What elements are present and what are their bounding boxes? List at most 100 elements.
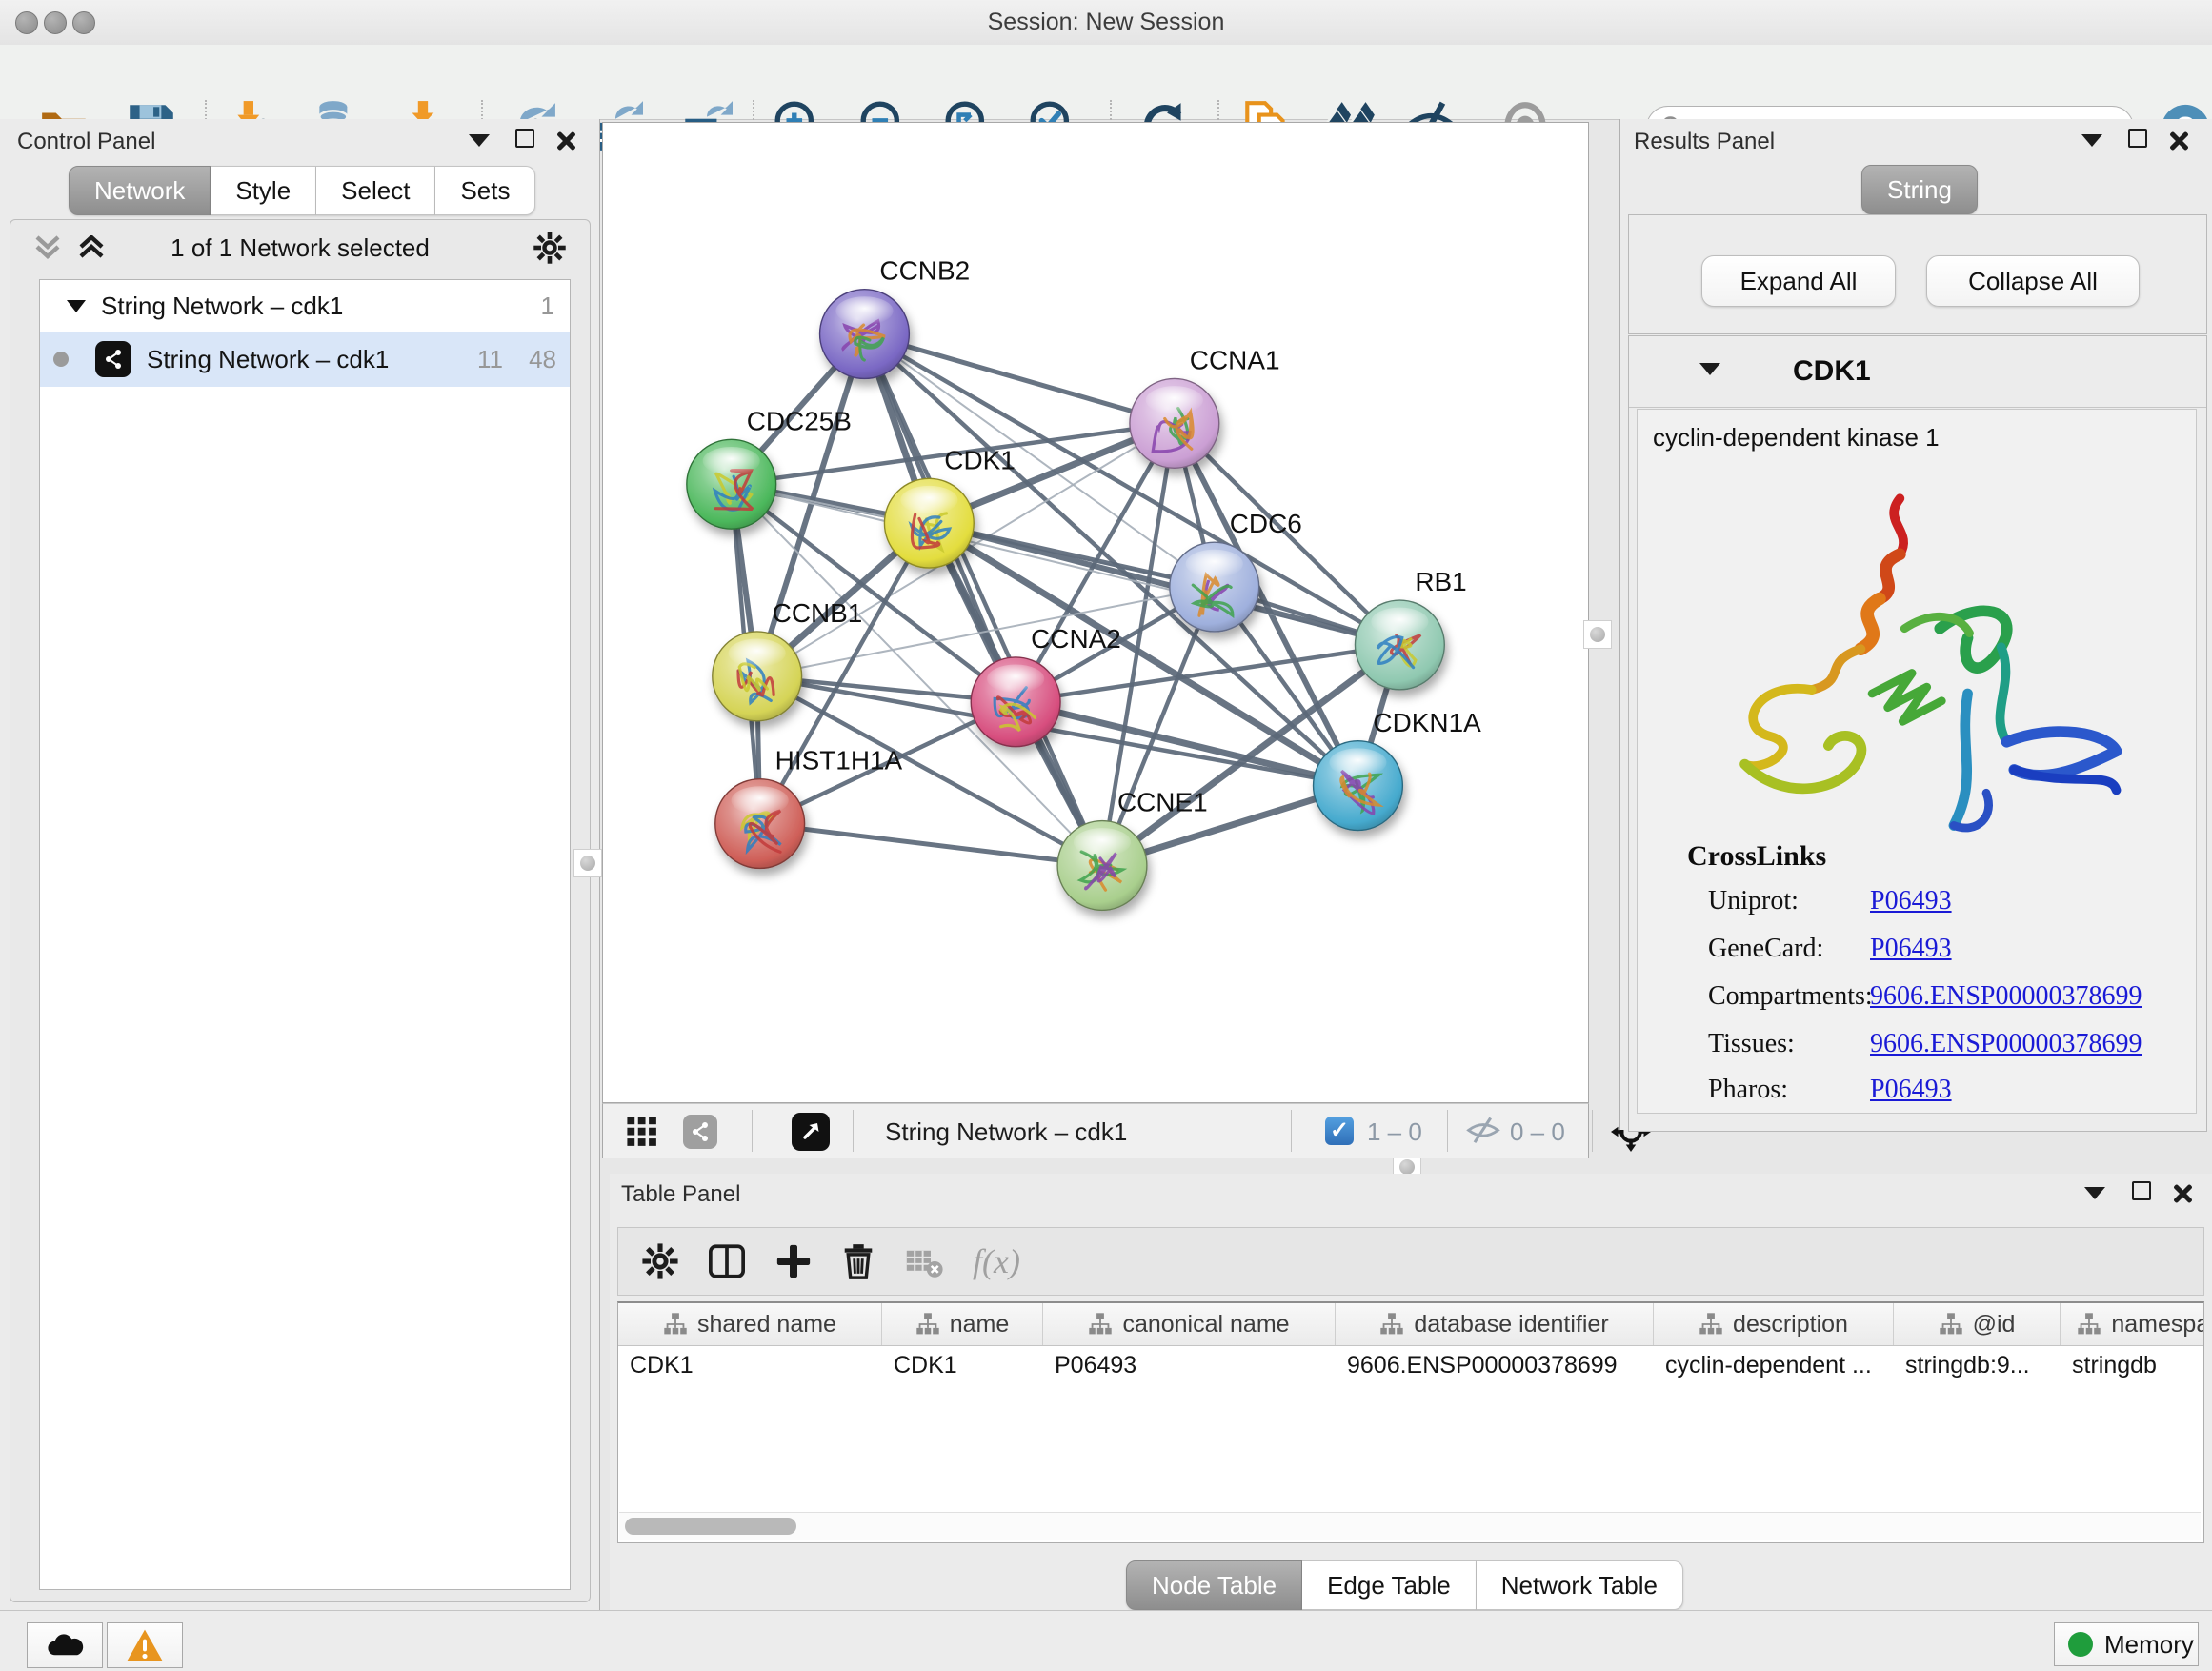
cell-id[interactable]: stringdb:9...	[1894, 1346, 2061, 1384]
open-in-window-icon[interactable]	[792, 1113, 830, 1151]
crosslink-tissues-link[interactable]: 9606.ENSP00000378699	[1870, 1029, 2142, 1059]
network-node-CDKN1A[interactable]: CDKN1A	[1314, 708, 1482, 831]
network-node-HIST1H1A[interactable]: HIST1H1A	[715, 746, 903, 869]
scrollbar-thumb[interactable]	[625, 1518, 796, 1535]
network-canvas[interactable]: CCNB2CCNA1CDC25BCDK1CDC6RB1CCNB1CCNA2CDK…	[602, 122, 1589, 1103]
crosslink-label: Pharos:	[1708, 1075, 1788, 1105]
column-header-shared-name[interactable]: shared name	[618, 1303, 882, 1345]
protein-name: CDK1	[1793, 355, 1871, 388]
table-panel: Table Panel	[610, 1174, 2212, 1610]
cell-database-identifier[interactable]: 9606.ENSP00000378699	[1336, 1346, 1654, 1384]
tab-edge-table[interactable]: Edge Table	[1302, 1560, 1477, 1610]
hidden-count: 0 – 0	[1510, 1105, 1565, 1158]
table-options-gear-icon[interactable]	[641, 1242, 679, 1280]
column-header-name[interactable]: name	[882, 1303, 1043, 1345]
crosslinks-title: CrossLinks	[1687, 840, 1826, 873]
cloud-button[interactable]	[27, 1622, 103, 1668]
network-options-gear-icon[interactable]	[533, 231, 567, 265]
table-panel-menu-icon[interactable]	[2084, 1187, 2105, 1199]
cell-shared-name[interactable]: CDK1	[618, 1346, 882, 1384]
tab-string[interactable]: String	[1861, 165, 1978, 214]
column-label: database identifier	[1414, 1311, 1608, 1339]
column-header-canonical-name[interactable]: canonical name	[1043, 1303, 1336, 1345]
warning-button[interactable]	[107, 1622, 183, 1668]
control-panel-menu-icon[interactable]	[469, 134, 490, 147]
cell-name[interactable]: CDK1	[882, 1346, 1043, 1384]
node-label-CDC25B: CDC25B	[747, 406, 852, 435]
control-panel-tabs: Network Style Select Sets	[69, 166, 535, 215]
results-panel: Results Panel String Expand All Collapse…	[1619, 119, 2212, 1130]
column-header-namespace[interactable]: namespace	[2061, 1303, 2204, 1345]
network-tab-content: 1 of 1 Network selected	[10, 219, 591, 1602]
cell-canonical-name[interactable]: P06493	[1043, 1346, 1336, 1384]
selected-items-checkbox[interactable]: ✓	[1325, 1117, 1354, 1145]
view-toolbar-separator	[1592, 1110, 1593, 1152]
tab-network[interactable]: Network	[69, 166, 211, 215]
protein-section-header[interactable]: CDK1	[1629, 336, 2206, 408]
control-panel-float-icon[interactable]	[515, 129, 534, 148]
left-splitter-handle[interactable]	[573, 849, 602, 877]
crosslink-compartments-link[interactable]: 9606.ENSP00000378699	[1870, 981, 2142, 1012]
collapse-all-button[interactable]: Collapse All	[1926, 255, 2140, 307]
tab-sets[interactable]: Sets	[435, 166, 535, 215]
network-edge-CCNB2-CCNE1[interactable]	[864, 334, 1102, 866]
node-label-CDK1: CDK1	[944, 445, 1016, 474]
network-edge-count: 48	[529, 345, 556, 374]
protein-description: cyclin-dependent kinase 1	[1653, 423, 1940, 453]
right-splitter-handle[interactable]	[1583, 620, 1612, 649]
network-edge-CDK1-RB1[interactable]	[929, 523, 1399, 645]
table-toolbar: f(x)	[617, 1227, 2204, 1296]
crosslink-uniprot-link[interactable]: P06493	[1870, 886, 1952, 916]
show-columns-icon[interactable]	[708, 1242, 746, 1280]
create-column-plus-icon[interactable]	[774, 1242, 813, 1280]
table-panel-title: Table Panel	[621, 1181, 740, 1208]
title-bar: Session: New Session	[0, 0, 2212, 46]
cell-namespace[interactable]: stringdb	[2061, 1346, 2204, 1384]
collection-expand-caret-icon[interactable]	[67, 300, 86, 312]
crosslink-genecard-link[interactable]: P06493	[1870, 934, 1952, 964]
protein-collapse-caret-icon[interactable]	[1699, 363, 1720, 375]
network-edge-HIST1H1A-CCNE1[interactable]	[760, 824, 1102, 866]
grid-view-icon[interactable]	[626, 1116, 658, 1148]
cell-description[interactable]: cyclin-dependent ...	[1654, 1346, 1894, 1384]
hidden-items-eye-icon[interactable]	[1466, 1117, 1500, 1145]
tab-style[interactable]: Style	[211, 166, 316, 215]
results-panel-close-icon[interactable]	[2168, 131, 2187, 150]
column-header-id[interactable]: @id	[1894, 1303, 2061, 1345]
tab-select[interactable]: Select	[316, 166, 435, 215]
crosslink-pharos-link[interactable]: P06493	[1870, 1075, 1952, 1105]
column-header-description[interactable]: description	[1654, 1303, 1894, 1345]
cytoscape-window: Session: New Session	[0, 0, 2212, 1671]
delete-column-trash-icon[interactable]	[839, 1242, 877, 1280]
control-panel-title: Control Panel	[17, 129, 155, 155]
memory-button[interactable]: Memory	[2054, 1622, 2199, 1666]
results-panel-menu-icon[interactable]	[2081, 134, 2102, 147]
network-node-RB1[interactable]: RB1	[1355, 567, 1466, 690]
table-panel-float-icon[interactable]	[2132, 1181, 2151, 1200]
column-label: shared name	[697, 1311, 836, 1339]
expand-all-button[interactable]: Expand All	[1701, 255, 1896, 307]
cloud-icon	[44, 1631, 86, 1660]
node-label-CCNA1: CCNA1	[1190, 345, 1280, 374]
network-node-CCNA1[interactable]: CCNA1	[1130, 345, 1280, 468]
control-panel-close-icon[interactable]	[555, 131, 574, 150]
network-collection-row[interactable]: String Network – cdk1 1	[40, 280, 570, 332]
tab-network-table[interactable]: Network Table	[1477, 1560, 1683, 1610]
network-row-selected[interactable]: String Network – cdk1 11 48	[40, 332, 570, 387]
view-toolbar-separator	[1291, 1110, 1292, 1152]
network-node-CCNA2[interactable]: CCNA2	[971, 624, 1121, 747]
string-view-icon[interactable]	[683, 1115, 717, 1149]
node-label-CCNB2: CCNB2	[879, 256, 970, 286]
network-node-CCNE1[interactable]: CCNE1	[1057, 788, 1208, 911]
network-node-CDK1[interactable]: CDK1	[884, 445, 1015, 568]
column-header-database-identifier[interactable]: database identifier	[1336, 1303, 1654, 1345]
results-panel-tabs: String	[1861, 165, 1978, 214]
tab-node-table[interactable]: Node Table	[1126, 1560, 1302, 1610]
column-label: name	[950, 1311, 1010, 1339]
column-type-icon	[1699, 1312, 1723, 1337]
column-label: canonical name	[1122, 1311, 1289, 1339]
results-panel-float-icon[interactable]	[2128, 129, 2147, 148]
table-panel-close-icon[interactable]	[2172, 1183, 2191, 1202]
column-label: description	[1733, 1311, 1848, 1339]
main-toolbar: ?	[0, 45, 2212, 120]
